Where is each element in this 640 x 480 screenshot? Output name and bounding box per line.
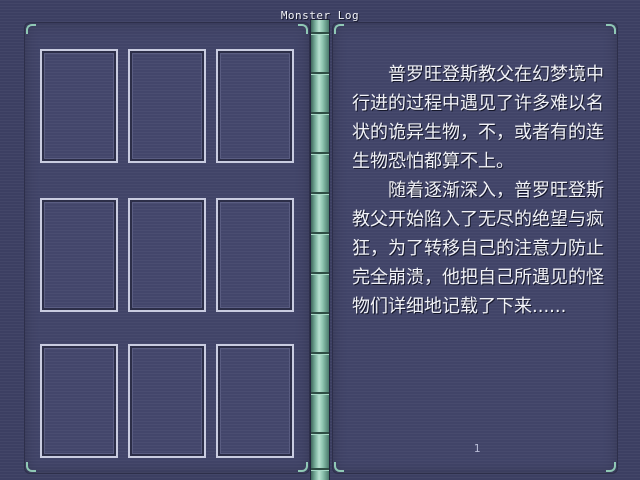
spine-segment xyxy=(311,32,329,34)
monster-slot[interactable] xyxy=(40,198,118,312)
corner-ornament-icon xyxy=(26,24,36,34)
monster-slot[interactable] xyxy=(216,198,294,312)
book-spine xyxy=(311,20,329,480)
monster-slot[interactable] xyxy=(128,344,206,458)
corner-ornament-icon xyxy=(606,462,616,472)
lore-paragraph: 普罗旺登斯教父在幻梦境中行进的过程中遇见了许多难以名状的诡异生物，不，或者有的连… xyxy=(352,64,604,172)
corner-ornament-icon xyxy=(606,24,616,34)
monster-slot[interactable] xyxy=(40,344,118,458)
monster-slot[interactable] xyxy=(216,49,294,163)
spine-segment xyxy=(311,232,329,234)
page-number: 1 xyxy=(473,442,481,455)
spine-segment xyxy=(311,192,329,194)
corner-ornament-icon xyxy=(334,24,344,34)
right-page: 普罗旺登斯教父在幻梦境中行进的过程中遇见了许多难以名状的诡异生物，不，或者有的连… xyxy=(332,22,618,474)
lore-text: 普罗旺登斯教父在幻梦境中行进的过程中遇见了许多难以名状的诡异生物，不，或者有的连… xyxy=(352,60,614,321)
spine-segment xyxy=(311,352,329,354)
spine-segment xyxy=(311,152,329,154)
monster-log-screen: Monster Log 普罗旺登斯教父在幻梦境中行进的过程中遇见了许多难以名状的… xyxy=(0,0,640,480)
spine-segment xyxy=(311,112,329,114)
corner-ornament-icon xyxy=(26,462,36,472)
left-page xyxy=(24,22,310,474)
monster-slot[interactable] xyxy=(216,344,294,458)
spine-segment xyxy=(311,392,329,394)
monster-slot[interactable] xyxy=(128,198,206,312)
corner-ornament-icon xyxy=(334,462,344,472)
spine-segment xyxy=(311,312,329,314)
book-title: Monster Log xyxy=(280,9,360,22)
lore-paragraph: 随着逐渐深入，普罗旺登斯教父开始陷入了无尽的绝望与疯狂，为了转移自己的注意力防止… xyxy=(352,180,604,317)
corner-ornament-icon xyxy=(298,462,308,472)
corner-ornament-icon xyxy=(298,24,308,34)
spine-segment xyxy=(311,432,329,434)
spine-segment xyxy=(311,272,329,274)
monster-slot[interactable] xyxy=(40,49,118,163)
spine-segment xyxy=(311,468,329,470)
monster-slot[interactable] xyxy=(128,49,206,163)
spine-segment xyxy=(311,72,329,74)
